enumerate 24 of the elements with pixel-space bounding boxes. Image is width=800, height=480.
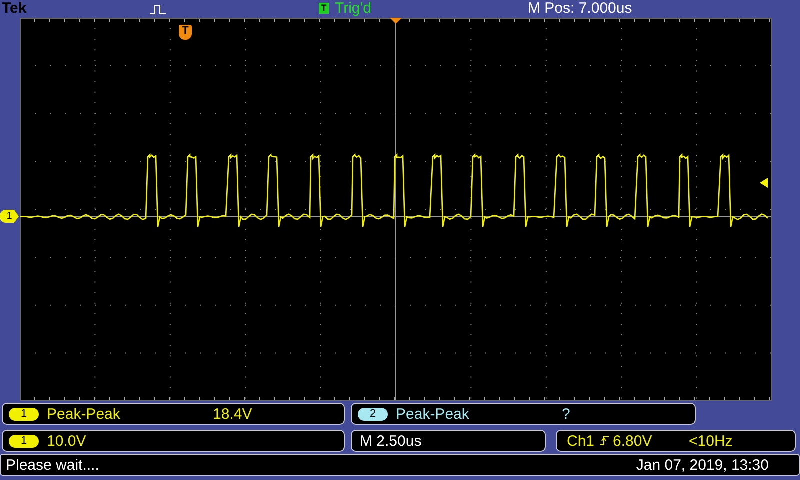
rising-edge-icon: [600, 436, 609, 446]
trigger-marker[interactable]: T: [179, 25, 192, 40]
measurement-label: Peak-Peak: [47, 406, 120, 422]
horizontal-position: M Pos: 7.000us: [528, 0, 632, 18]
channel-marker[interactable]: 1: [0, 210, 19, 223]
measurement-label: Peak-Peak: [396, 406, 470, 422]
pulse-icon: [150, 5, 166, 15]
measurement-value: ?: [562, 406, 570, 422]
trigger-badge: T: [319, 3, 329, 14]
trigger-level: 6.80V: [613, 432, 652, 450]
trigger-source: Ch1: [567, 432, 595, 450]
trigger-frequency: <10Hz: [689, 432, 733, 450]
status-message: Please wait....: [6, 456, 100, 474]
channel-badge: 1: [9, 408, 39, 420]
channel-badge: 2: [358, 408, 388, 420]
channel-badge: 1: [9, 434, 39, 448]
trigger-position-icon[interactable]: [390, 18, 402, 24]
trigger-status: Trig'd: [335, 0, 372, 18]
trigger-level-icon[interactable]: [760, 178, 768, 188]
timebase-label: M 2.50us: [360, 432, 422, 450]
measurement-value: 18.4V: [213, 406, 252, 422]
brand-label: Tek: [2, 0, 27, 18]
status-datetime: Jan 07, 2019, 13:30: [636, 456, 769, 474]
vertical-scale: 10.0V: [47, 432, 86, 450]
